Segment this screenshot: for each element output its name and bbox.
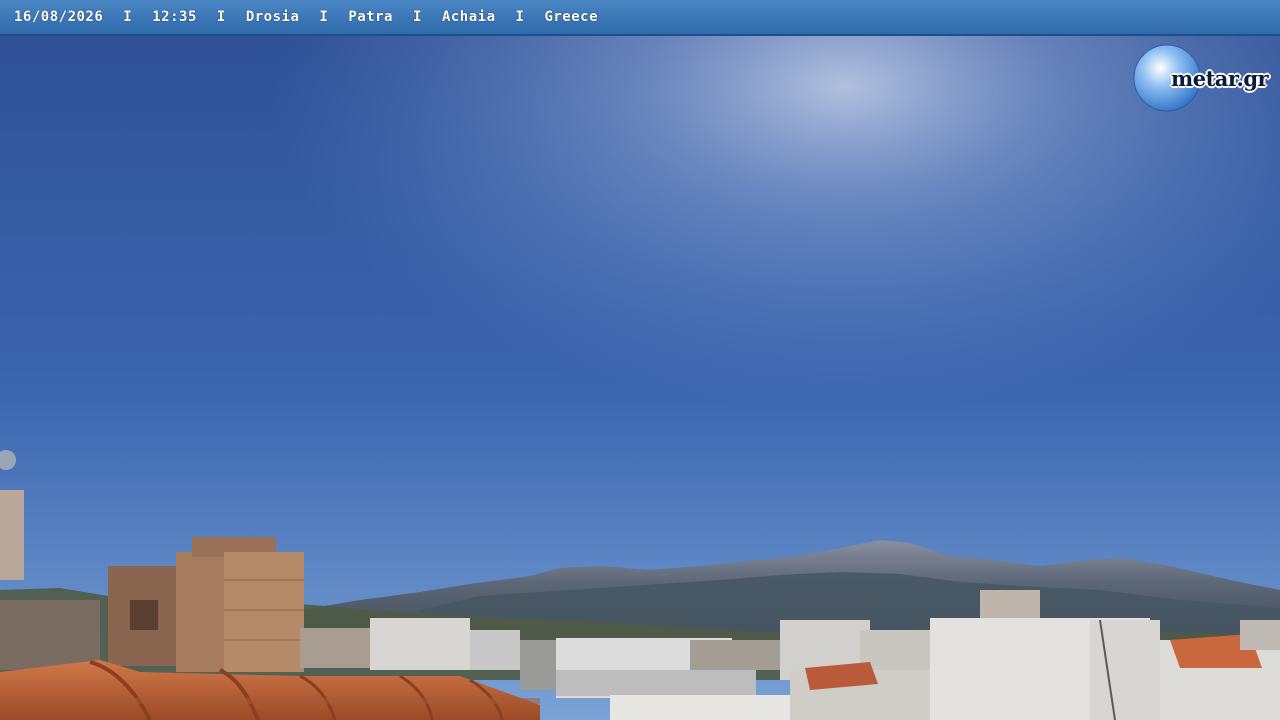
separator: I xyxy=(216,9,226,25)
separator: I xyxy=(319,9,329,25)
date-label: 16/08/2026 xyxy=(14,9,104,25)
webcam-scene xyxy=(0,0,1280,720)
logo-text: metar.gr xyxy=(1171,66,1269,91)
separator: I xyxy=(413,9,422,25)
separator: I xyxy=(123,9,133,25)
region-label: Achaia xyxy=(441,9,496,25)
separator: I xyxy=(515,9,525,25)
country-label: Greece xyxy=(544,9,599,25)
city-label: Patra xyxy=(348,9,393,25)
time-label: 12:35 xyxy=(152,9,197,25)
place-label: Drosia xyxy=(245,9,300,25)
metar-logo: metar.gr xyxy=(1133,44,1275,114)
webcam-info-bar: 16/08/2026 I 12:35 I Drosia I Patra I Ac… xyxy=(0,0,1280,36)
